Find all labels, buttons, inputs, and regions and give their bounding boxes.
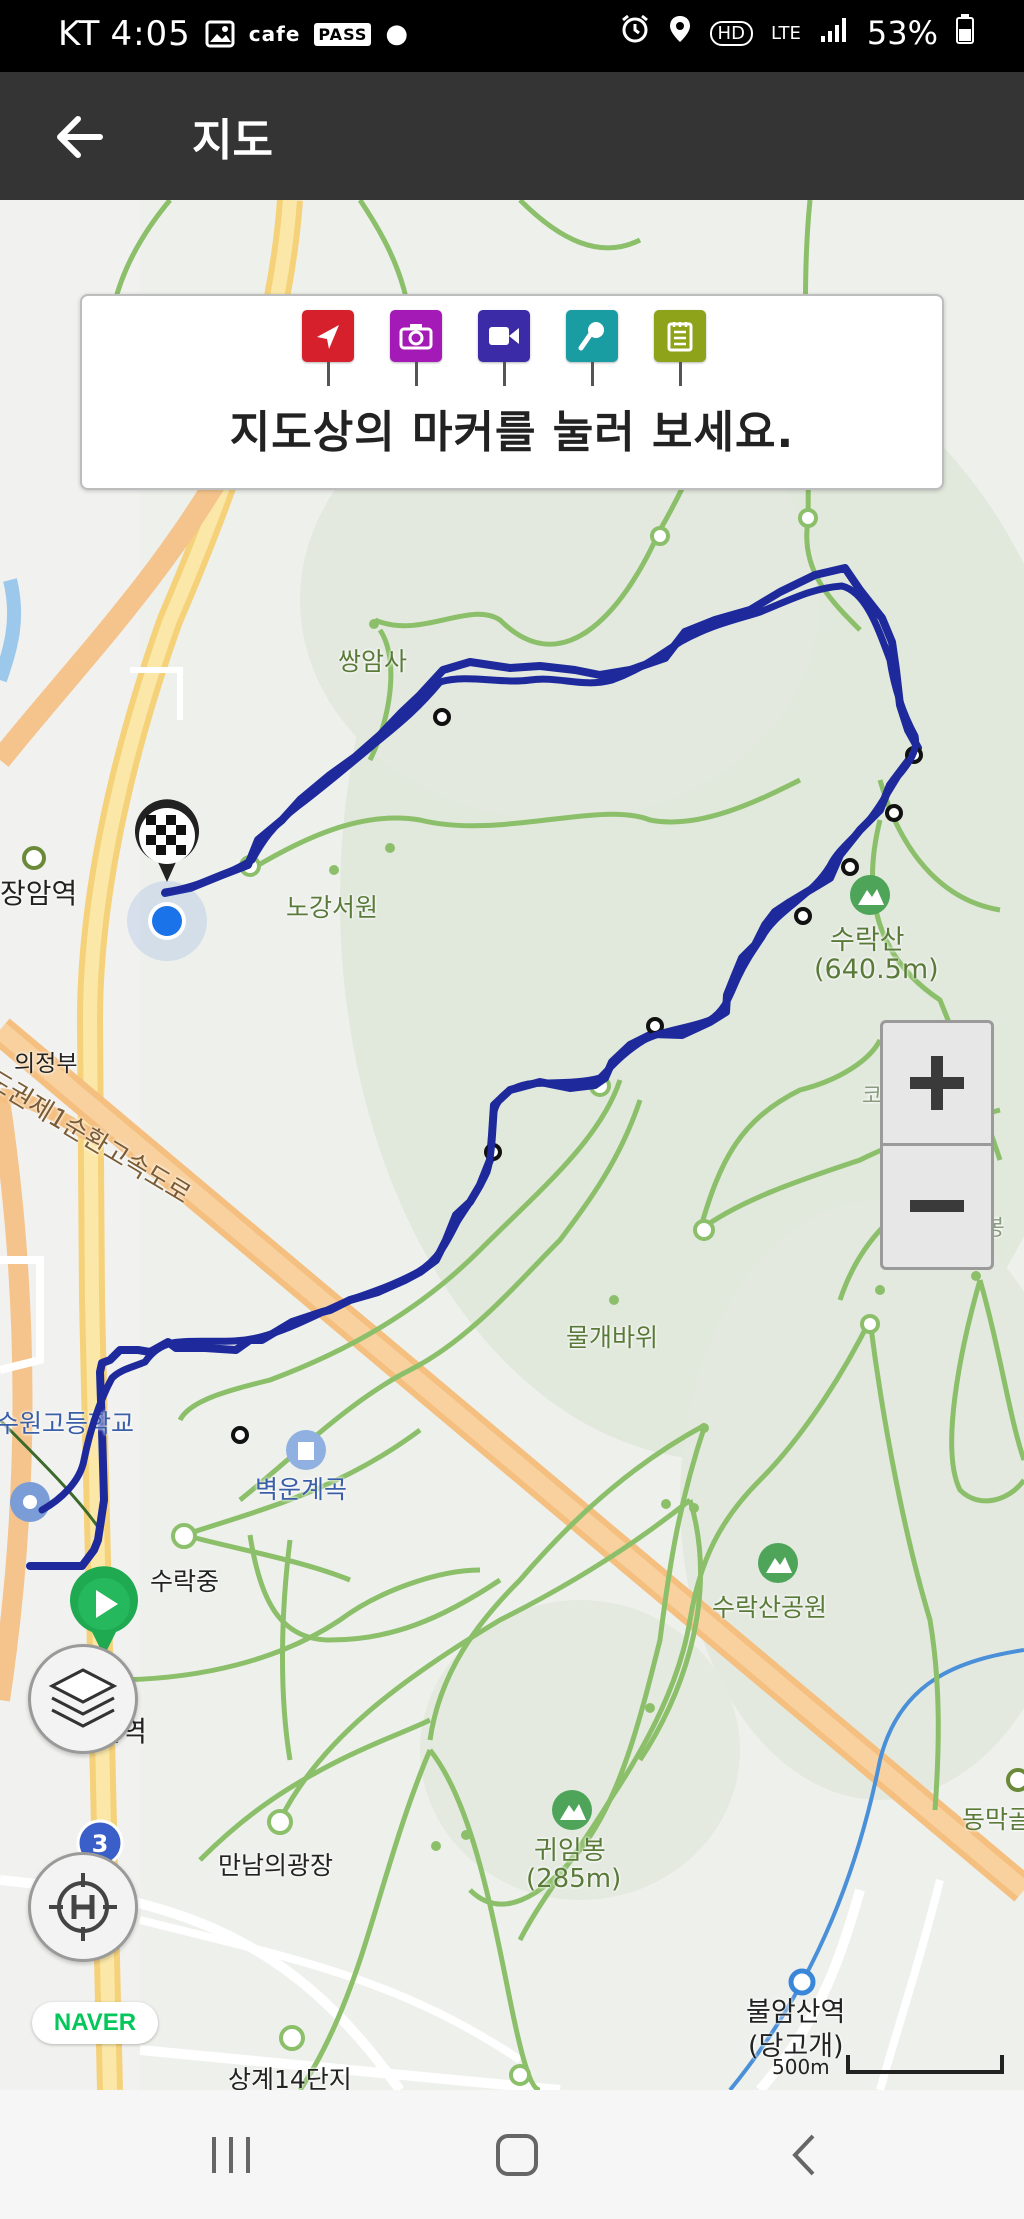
- layers-icon: [48, 1668, 118, 1728]
- legend-instruction: 지도상의 마커를 눌러 보세요.: [229, 407, 795, 458]
- chevron-left-icon: [792, 2134, 815, 2176]
- label-ssangamsa: 쌍암사: [338, 647, 408, 676]
- flag-marker-icon: [302, 310, 356, 394]
- hd-voice-icon: HD: [709, 20, 753, 46]
- finish-flag-marker[interactable]: [132, 798, 202, 888]
- microphone-marker-icon: [566, 310, 620, 394]
- notification-dot-icon: ●: [385, 19, 410, 49]
- page-title: 지도: [192, 115, 273, 166]
- label-suraksan: 수락산: [830, 925, 905, 956]
- scale-bar: 500m: [772, 2055, 1002, 2085]
- map-layers-button[interactable]: [28, 1644, 138, 1754]
- zoom-out-button[interactable]: [883, 1146, 991, 1266]
- recent-apps-icon: [212, 2137, 250, 2173]
- label-dongmakgol: 동막골: [962, 1805, 1024, 1834]
- label-gwiimbong: 귀임봉: [534, 1836, 606, 1866]
- naver-logo: NAVER: [32, 2002, 158, 2044]
- system-nav-bar: [0, 2090, 1024, 2219]
- back-button[interactable]: [44, 102, 114, 172]
- location-icon: [668, 14, 692, 52]
- label-byeogun-valley: 벽운계곡: [255, 1475, 348, 1504]
- marker-legend-card: 지도상의 마커를 눌러 보세요.: [80, 294, 944, 490]
- home-button[interactable]: [472, 2120, 562, 2190]
- pass-badge: PASS: [314, 22, 372, 46]
- label-suraksan-park: 수락산공원: [712, 1593, 828, 1622]
- minus-icon: [910, 1200, 964, 1212]
- recent-apps-button[interactable]: [186, 2120, 276, 2190]
- back-nav-button[interactable]: [760, 2120, 850, 2190]
- label-mannam-square: 만남의광장: [218, 1851, 334, 1880]
- gallery-icon: [205, 20, 235, 48]
- app-bar: 지도: [0, 72, 1024, 200]
- plus-icon: [910, 1056, 964, 1110]
- zoom-in-button[interactable]: [883, 1023, 991, 1143]
- marker-legend-row: [302, 310, 708, 394]
- label-surak-middle-school: 수락중: [150, 1567, 220, 1596]
- back-arrow-icon: [57, 116, 103, 158]
- signal-icon: [819, 14, 849, 52]
- camera-marker-icon: [390, 310, 444, 394]
- clock: 4:05: [110, 14, 191, 54]
- home-icon: [496, 2134, 538, 2176]
- my-location-button[interactable]: [28, 1852, 138, 1962]
- label-gwiimbong-height: (285m): [526, 1864, 622, 1894]
- crosshair-h-icon: [49, 1873, 117, 1941]
- label-uijeongbu: 의정부: [14, 1051, 78, 1077]
- note-marker-icon: [654, 310, 708, 394]
- video-marker-icon: [478, 310, 532, 394]
- zoom-control: [880, 1020, 994, 1270]
- label-nogang-seowon: 노강서원: [286, 893, 379, 922]
- battery-icon: [956, 14, 974, 52]
- alarm-icon: [620, 14, 650, 52]
- label-mulgaebawi: 물개바위: [566, 1323, 659, 1352]
- scale-label: 500m: [772, 2055, 830, 2079]
- status-bar: KT 4:05 cafe PASS ● HD LTE 53%: [0, 0, 1024, 72]
- current-location-marker: [122, 876, 212, 966]
- carrier-label: KT: [58, 14, 101, 54]
- lte-label: LTE: [770, 22, 801, 44]
- battery-level: 53%: [866, 14, 938, 52]
- label-high-school: 수원고등학교: [0, 1409, 135, 1438]
- cafe-label: cafe: [248, 22, 301, 46]
- label-sanggye-14: 상계14단지: [228, 2065, 352, 2090]
- label-jangam-station: 장암역: [0, 877, 78, 910]
- map-view[interactable]: 지도상의 마커를 눌러 보세요. 쌍암사 장암역 노강서원 수락산 (640.5…: [0, 200, 1024, 2090]
- label-suraksan-height: (640.5m): [814, 954, 939, 985]
